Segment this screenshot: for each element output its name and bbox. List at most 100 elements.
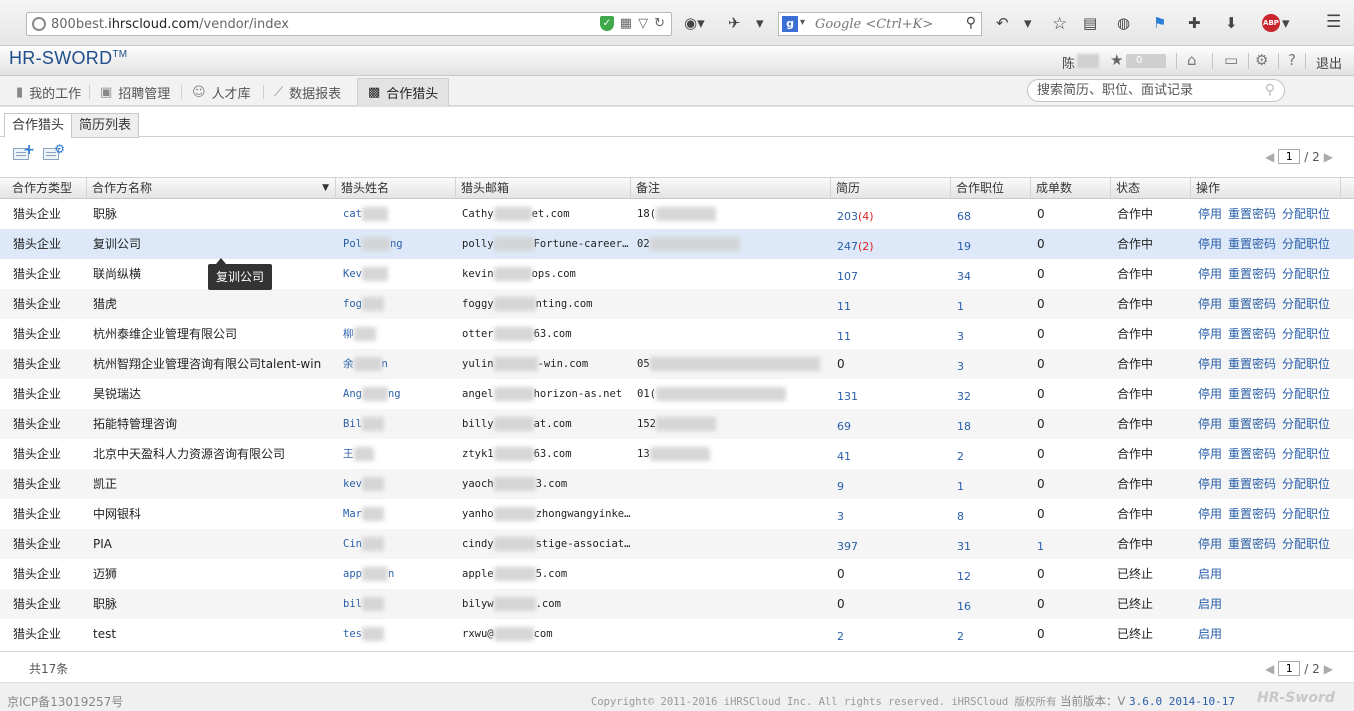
position-count[interactable]: 18 — [957, 409, 1027, 439]
home-icon[interactable]: ⌂ — [1187, 51, 1197, 69]
resume-count[interactable]: 0 — [837, 559, 947, 589]
hunter-name[interactable]: kev — [343, 469, 453, 499]
hunter-name[interactable]: bil — [343, 589, 453, 619]
action-link[interactable]: 启用 — [1198, 597, 1222, 611]
position-count[interactable]: 31 — [957, 529, 1027, 559]
action-link[interactable]: 停用 — [1198, 477, 1222, 491]
sort-desc-icon[interactable]: ▼ — [322, 178, 329, 199]
bookmark-star-icon[interactable]: ☆ — [1052, 14, 1067, 34]
position-count[interactable]: 32 — [957, 379, 1027, 409]
action-link[interactable]: 分配职位 — [1282, 387, 1330, 401]
message-icon[interactable]: ▭ — [1224, 51, 1238, 69]
hunter-name[interactable]: Ang ng — [343, 379, 453, 409]
chevron-down-icon[interactable]: ▾ — [1024, 14, 1032, 32]
col-hunter-email[interactable]: 猎头邮箱 — [456, 178, 631, 199]
action-link[interactable]: 重置密码 — [1228, 537, 1276, 551]
nav-item-reports[interactable]: ⟋ 数据报表 — [274, 78, 341, 106]
action-link[interactable]: 分配职位 — [1282, 237, 1330, 251]
action-link[interactable]: 分配职位 — [1282, 537, 1330, 551]
action-link[interactable]: 停用 — [1198, 537, 1222, 551]
hunter-name[interactable]: Mar — [343, 499, 453, 529]
position-count[interactable]: 1 — [957, 469, 1027, 499]
hunter-name[interactable]: 余n — [343, 349, 453, 379]
position-count[interactable]: 1 — [957, 289, 1027, 319]
position-count[interactable]: 68 — [957, 199, 1027, 229]
pin-icon[interactable]: ⚑ — [1153, 14, 1166, 32]
action-link[interactable]: 重置密码 — [1228, 327, 1276, 341]
resume-count[interactable]: 203(4) — [837, 199, 947, 229]
chevron-down-icon[interactable]: ▾ — [800, 17, 805, 28]
action-link[interactable]: 停用 — [1198, 507, 1222, 521]
tab-partner-headhunters[interactable]: 合作猎头 — [4, 113, 73, 138]
action-link[interactable]: 分配职位 — [1282, 297, 1330, 311]
chevron-down-icon[interactable]: ▾ — [756, 14, 764, 32]
action-link[interactable]: 重置密码 — [1228, 207, 1276, 221]
table-row[interactable]: 猎头企业 北京中天盈科人力资源咨询有限公司 王 ztyk1 63.com 13 41 2 0 合作… — [0, 439, 1354, 469]
col-status[interactable]: 状态 — [1111, 178, 1191, 199]
table-row[interactable]: 猎头企业 PIA Cin cindy stige-associat… 397 31 1 合作中 停… — [0, 529, 1354, 559]
action-link[interactable]: 停用 — [1198, 357, 1222, 371]
download-icon[interactable]: ⬇ — [1225, 14, 1238, 32]
action-link[interactable]: 重置密码 — [1228, 237, 1276, 251]
action-link[interactable]: 停用 — [1198, 417, 1222, 431]
resume-count[interactable]: 0 — [837, 349, 947, 379]
resume-count[interactable]: 9 — [837, 469, 947, 499]
table-row[interactable]: 猎头企业 杭州泰维企业管理有限公司 柳 otter 63.com 11 3 0 合作中 停用 重置密… — [0, 319, 1354, 349]
nav-item-talent-pool[interactable]: ☺ 人才库 — [192, 78, 251, 106]
position-count[interactable]: 8 — [957, 499, 1027, 529]
search-icon[interactable]: ⚲ — [1265, 82, 1275, 98]
action-link[interactable]: 重置密码 — [1228, 267, 1276, 281]
page-input[interactable] — [1278, 149, 1301, 164]
resume-count[interactable]: 11 — [837, 319, 947, 349]
chevron-down-icon[interactable]: ▾ — [1282, 14, 1290, 32]
col-resumes[interactable]: 简历 — [831, 178, 951, 199]
proxy-icon[interactable]: ◉▾ — [684, 14, 705, 32]
action-link[interactable]: 分配职位 — [1282, 447, 1330, 461]
global-search[interactable]: ⚲ — [1027, 79, 1285, 102]
action-link[interactable]: 重置密码 — [1228, 447, 1276, 461]
action-link[interactable]: 重置密码 — [1228, 507, 1276, 521]
shield-icon[interactable]: ✓ — [599, 16, 614, 31]
table-row[interactable]: 猎头企业 中网银科 Mar yanho zhongwangyinke… 3 8 0 合作中 停用重… — [0, 499, 1354, 529]
tab-resume-list[interactable]: 简历列表 — [71, 113, 140, 138]
resume-count[interactable]: 69 — [837, 409, 947, 439]
puzzle-icon[interactable]: ✚ — [1188, 14, 1201, 32]
action-link[interactable]: 分配职位 — [1282, 267, 1330, 281]
address-bar[interactable]: 800best.ihrscloud.com/vendor/index ✓ ▦ ▽… — [26, 12, 672, 36]
prev-page-icon[interactable]: ◀ — [1265, 150, 1274, 164]
search-icon[interactable]: ⚲ — [966, 15, 976, 31]
resume-count[interactable]: 131 — [837, 379, 947, 409]
table-row[interactable]: 猎头企业 猎虎 fog foggy nting.com 11 1 0 合作中 停用 重置密码 分配职位 — [0, 289, 1354, 319]
position-count[interactable]: 19 — [957, 229, 1027, 259]
col-deals[interactable]: 成单数 — [1031, 178, 1111, 199]
table-row[interactable]: 猎头企业 迈狮 app n apple 5.com 0 12 0 已终止 启用 — [0, 559, 1354, 589]
gear-icon[interactable]: ⚙ — [1255, 51, 1268, 69]
resume-count[interactable]: 397 — [837, 529, 947, 559]
app-logo[interactable]: HR-SWORDTM — [9, 48, 127, 69]
prev-page-icon[interactable]: ◀ — [1265, 662, 1274, 676]
action-link[interactable]: 重置密码 — [1228, 417, 1276, 431]
dropdown-icon[interactable]: ▽ — [638, 16, 648, 31]
col-hunter-name[interactable]: 猎头姓名 — [336, 178, 456, 199]
menu-icon[interactable]: ☰ — [1326, 12, 1341, 32]
col-note[interactable]: 备注 — [631, 178, 831, 199]
col-positions[interactable]: 合作职位 — [951, 178, 1031, 199]
table-row[interactable]: 猎头企业 职脉 bil bilyw .com 0 16 0 已终止 启用 — [0, 589, 1354, 619]
qr-code-icon[interactable]: ▦ — [620, 16, 632, 31]
action-link[interactable]: 分配职位 — [1282, 417, 1330, 431]
logout-link[interactable]: 退出 — [1316, 53, 1342, 72]
action-link[interactable]: 停用 — [1198, 297, 1222, 311]
nav-item-recruiting[interactable]: ▣ 招聘管理 — [100, 78, 170, 106]
action-link[interactable]: 停用 — [1198, 327, 1222, 341]
page-input[interactable] — [1278, 661, 1301, 676]
table-row[interactable]: 猎头企业 凯正 kev yaoch 3.com 9 1 0 合作中 停用 重置密码 分配职位 — [0, 469, 1354, 499]
adblock-icon[interactable]: ABP — [1262, 14, 1280, 32]
action-link[interactable]: 重置密码 — [1228, 477, 1276, 491]
table-row[interactable]: 猎头企业 联尚纵横 Kev kevin ops.com 107 34 0 合作中 停用 重置密码 分配… — [0, 259, 1354, 289]
action-link[interactable]: 停用 — [1198, 387, 1222, 401]
add-partner-button[interactable]: + — [13, 143, 35, 163]
action-link[interactable]: 分配职位 — [1282, 477, 1330, 491]
hunter-name[interactable]: tes — [343, 619, 453, 649]
table-row[interactable]: 猎头企业 杭州智翔企业管理咨询有限公司talent-win 余 n yulin -win.… — [0, 349, 1354, 379]
col-partner-name[interactable]: 合作方名称 ▼ — [87, 178, 336, 199]
